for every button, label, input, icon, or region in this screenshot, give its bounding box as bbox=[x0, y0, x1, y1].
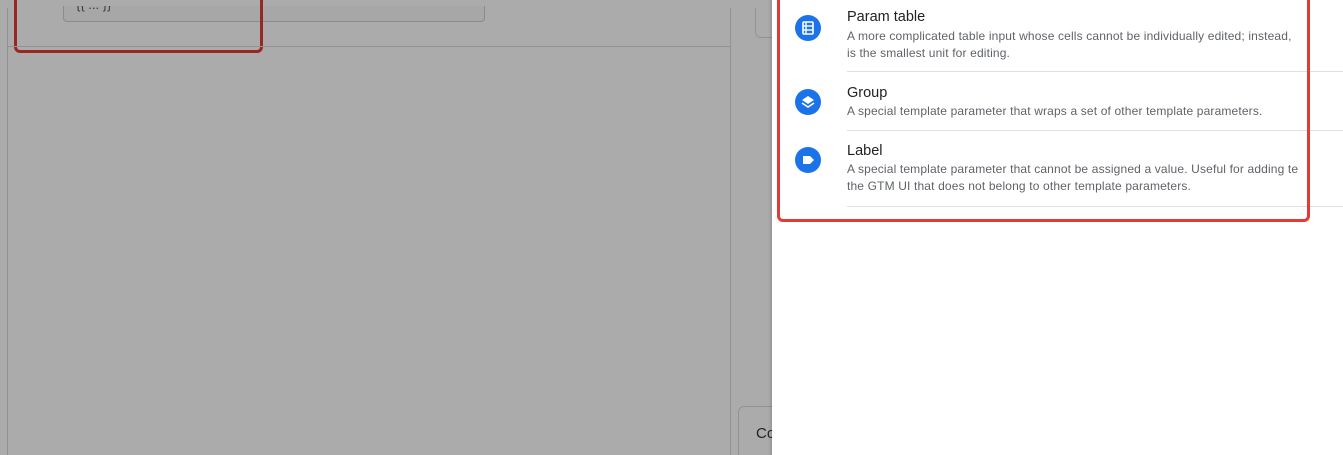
parameter-type-panel: Param table A more complicated table inp… bbox=[772, 0, 1343, 455]
item-description-line-1: A special template parameter that wraps … bbox=[847, 104, 1263, 118]
list-item-group[interactable]: Group A special template parameter that … bbox=[772, 72, 1343, 131]
item-title: Group bbox=[847, 85, 888, 101]
item-title: Label bbox=[847, 143, 883, 159]
modal-scrim[interactable] bbox=[0, 0, 772, 455]
item-description-line-2: the GTM UI that does not belong to other… bbox=[847, 179, 1191, 193]
label-icon bbox=[795, 147, 821, 173]
list-item-param-table[interactable]: Param table A more complicated table inp… bbox=[772, 0, 1343, 72]
item-description-line-1: A more complicated table input whose cel… bbox=[847, 29, 1292, 43]
list-item-label[interactable]: Label A special template parameter that … bbox=[772, 131, 1343, 207]
item-description-line-1: A special template parameter that cannot… bbox=[847, 162, 1299, 176]
param-table-icon bbox=[795, 15, 821, 41]
item-divider bbox=[847, 206, 1343, 207]
group-icon bbox=[795, 89, 821, 115]
item-title: Param table bbox=[847, 9, 926, 25]
item-description-line-2: is the smallest unit for editing. bbox=[847, 46, 1011, 60]
